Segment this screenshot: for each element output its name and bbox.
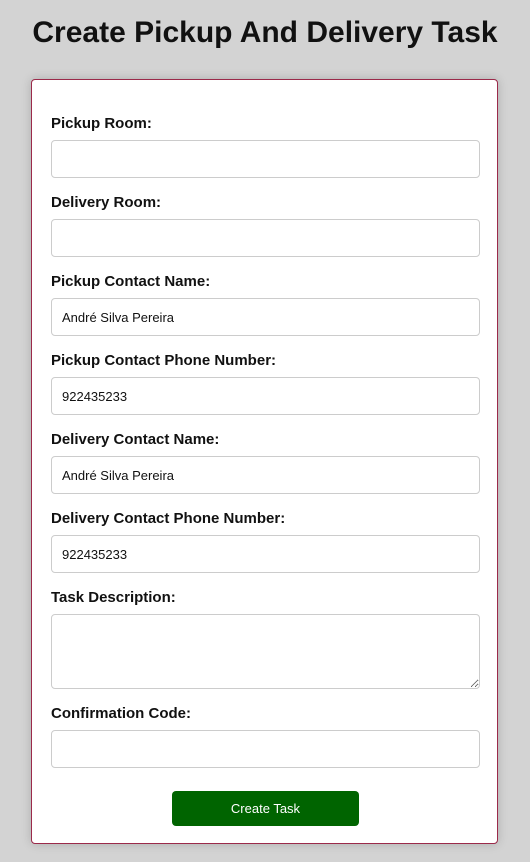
delivery-contact-phone-input[interactable]: [51, 535, 480, 573]
create-task-button[interactable]: Create Task: [172, 791, 359, 826]
pickup-contact-phone-input[interactable]: [51, 377, 480, 415]
task-description-textarea[interactable]: [51, 614, 480, 689]
confirmation-code-label: Confirmation Code:: [51, 705, 191, 722]
pickup-room-input[interactable]: [51, 140, 480, 178]
delivery-contact-phone-label: Delivery Contact Phone Number:: [51, 510, 286, 527]
pickup-contact-phone-label: Pickup Contact Phone Number:: [51, 352, 277, 369]
pickup-room-label: Pickup Room:: [51, 115, 152, 132]
pickup-delivery-form: Pickup Room: Delivery Room: Pickup Conta…: [31, 79, 498, 844]
pickup-contact-name-input[interactable]: [51, 298, 480, 336]
delivery-contact-name-label: Delivery Contact Name:: [51, 431, 220, 448]
delivery-room-label: Delivery Room:: [51, 194, 162, 211]
delivery-contact-name-input[interactable]: [51, 456, 480, 494]
confirmation-code-input[interactable]: [51, 730, 480, 768]
page-title: Create Pickup And Delivery Task: [32, 16, 498, 49]
delivery-room-input[interactable]: [51, 219, 480, 257]
task-description-label: Task Description:: [51, 589, 176, 606]
pickup-contact-name-label: Pickup Contact Name:: [51, 273, 211, 290]
